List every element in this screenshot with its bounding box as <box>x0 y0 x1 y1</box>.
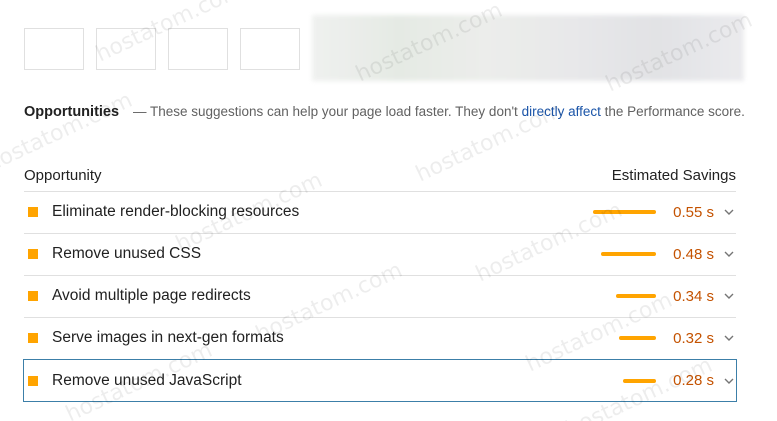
savings-value: 0.48 s <box>673 245 714 263</box>
chevron-down-icon[interactable] <box>724 333 734 343</box>
opportunity-column-header: Opportunity <box>24 166 102 184</box>
chevron-down-icon[interactable] <box>724 249 734 259</box>
chevron-down-icon[interactable] <box>724 207 734 217</box>
filmstrip-frame <box>240 28 300 70</box>
fail-square-icon <box>28 207 38 217</box>
savings-value: 0.34 s <box>673 287 714 305</box>
opportunities-header: Opportunities — These suggestions can he… <box>24 99 749 125</box>
audit-row-next-gen-images[interactable]: Serve images in next-gen formats 0.32 s <box>24 318 736 358</box>
fail-square-icon <box>28 375 38 386</box>
audit-title: Remove unused JavaScript <box>52 371 242 389</box>
savings-value: 0.32 s <box>673 329 714 347</box>
savings-value: 0.55 s <box>673 203 714 221</box>
audit-row-unused-css[interactable]: Remove unused CSS 0.48 s <box>24 234 736 274</box>
audit-title: Remove unused CSS <box>52 245 202 262</box>
description-prefix: — These suggestions can help your page l… <box>132 104 518 119</box>
description-suffix: the Performance score. <box>604 104 745 119</box>
audit-title: Avoid multiple page redirects <box>52 287 251 304</box>
audit-row-unused-javascript[interactable]: Remove unused JavaScript 0.28 s <box>23 359 737 402</box>
audit-row-redirects[interactable]: Avoid multiple page redirects 0.34 s <box>24 276 736 316</box>
savings-bar <box>616 294 656 298</box>
savings-bar <box>601 252 656 256</box>
filmstrip-frame <box>168 28 228 70</box>
savings-column-header: Estimated Savings <box>611 166 736 184</box>
filmstrip-screenshot <box>312 15 744 81</box>
savings-bar <box>619 336 656 340</box>
filmstrip-thumbnails <box>24 28 300 70</box>
section-description: — These suggestions can help your page l… <box>133 104 745 119</box>
savings-value: 0.28 s <box>673 372 714 389</box>
fail-square-icon <box>28 291 38 301</box>
audit-title: Eliminate render-blocking resources <box>52 203 300 220</box>
fail-square-icon <box>28 249 38 259</box>
savings-bar <box>623 378 656 383</box>
chevron-down-icon[interactable] <box>724 376 734 386</box>
fail-square-icon <box>28 333 38 343</box>
savings-bar <box>593 210 656 214</box>
filmstrip-frame <box>24 28 84 70</box>
chevron-down-icon[interactable] <box>724 291 734 301</box>
filmstrip-frame <box>96 28 156 70</box>
section-title: Opportunities <box>24 104 120 120</box>
audit-title: Serve images in next-gen formats <box>52 329 284 346</box>
audit-row-render-blocking[interactable]: Eliminate render-blocking resources 0.55… <box>24 192 736 232</box>
directly-affect-link[interactable]: directly affect <box>522 104 601 119</box>
column-headers: Opportunity Estimated Savings <box>24 160 736 190</box>
